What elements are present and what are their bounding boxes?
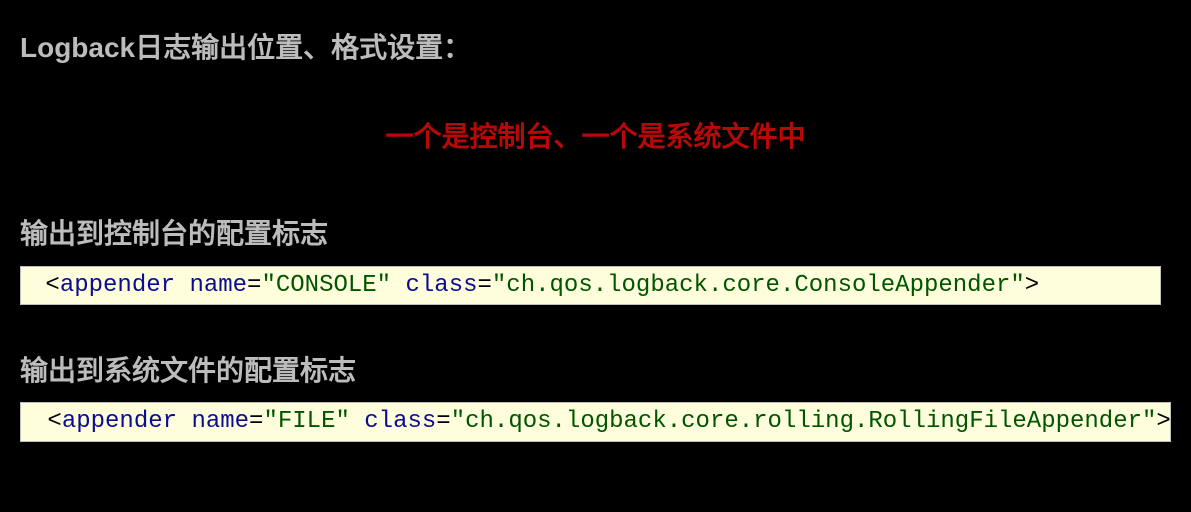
code-tag: appender xyxy=(60,272,175,299)
code-console-appender: <appender name="CONSOLE" class="ch.qos.l… xyxy=(20,266,1161,306)
code-text xyxy=(350,408,364,435)
code-attr: class xyxy=(364,408,436,435)
code-text: = xyxy=(247,272,261,299)
code-attr: name xyxy=(191,408,249,435)
code-string: "ch.qos.logback.core.rolling.RollingFile… xyxy=(451,408,1157,435)
code-text xyxy=(391,272,405,299)
code-attr: class xyxy=(405,272,477,299)
main-heading: Logback日志输出位置、格式设置： xyxy=(20,28,1171,67)
code-text: = xyxy=(478,272,492,299)
code-text: < xyxy=(45,272,59,299)
code-text xyxy=(177,408,191,435)
highlight-note: 一个是控制台、一个是系统文件中 xyxy=(20,117,1171,156)
code-file-appender: <appender name="FILE" class="ch.qos.logb… xyxy=(20,402,1171,442)
code-attr: name xyxy=(189,272,247,299)
code-text xyxy=(33,408,47,435)
code-text: < xyxy=(47,408,61,435)
subheading-file: 输出到系统文件的配置标志 xyxy=(20,351,1171,390)
code-string: "FILE" xyxy=(263,408,349,435)
subheading-console: 输出到控制台的配置标志 xyxy=(20,214,1171,253)
document-container: Logback日志输出位置、格式设置： 一个是控制台、一个是系统文件中 输出到控… xyxy=(0,0,1191,442)
code-text: = xyxy=(249,408,263,435)
code-string: "CONSOLE" xyxy=(261,272,391,299)
code-text: > xyxy=(1156,408,1170,435)
code-text xyxy=(175,272,189,299)
code-text: > xyxy=(1025,272,1039,299)
code-text: = xyxy=(436,408,450,435)
code-string: "ch.qos.logback.core.ConsoleAppender" xyxy=(492,272,1025,299)
code-text xyxy=(31,272,45,299)
code-tag: appender xyxy=(62,408,177,435)
